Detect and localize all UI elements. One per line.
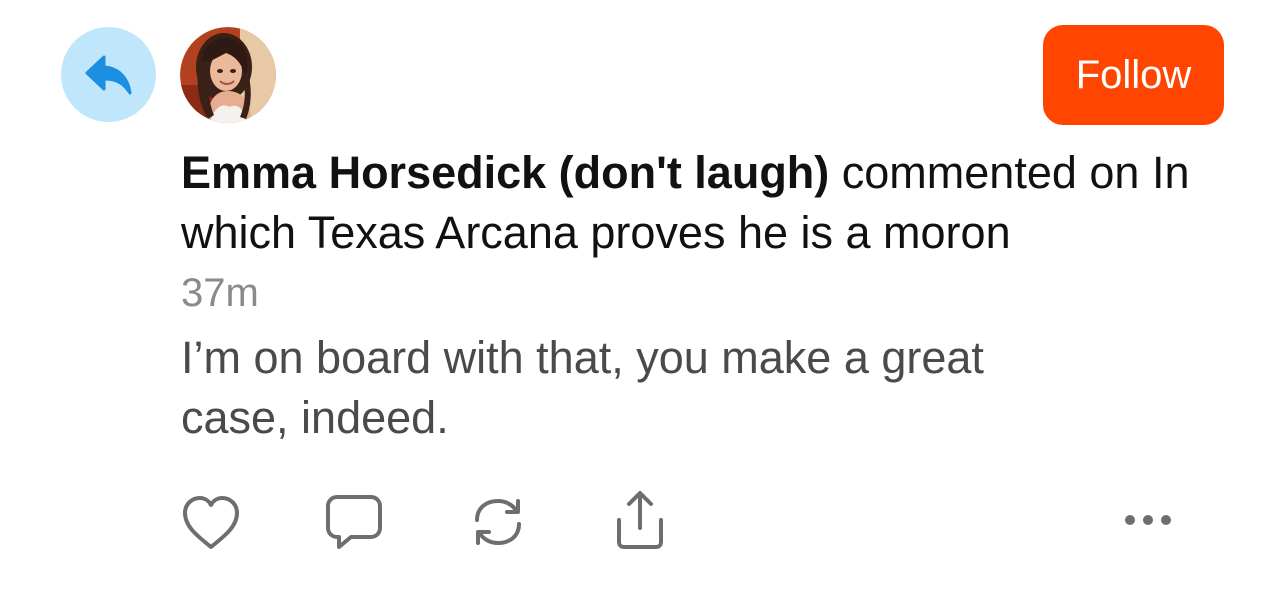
timestamp: 37m xyxy=(181,271,259,315)
share-upload-icon xyxy=(617,491,663,549)
repost-button[interactable] xyxy=(467,492,529,552)
more-options-button[interactable] xyxy=(1118,505,1178,535)
speech-bubble-icon xyxy=(326,495,382,549)
comment-body: I’m on board with that, you make a great… xyxy=(181,332,984,443)
comment-button[interactable] xyxy=(323,492,385,552)
avatar[interactable] xyxy=(180,27,276,123)
heart-icon xyxy=(183,496,239,549)
reply-arrow-icon xyxy=(85,55,131,94)
post-headline: Emma Horsedick (don't laugh) commented o… xyxy=(181,143,1241,263)
share-button[interactable] xyxy=(609,488,671,552)
refresh-arrows-icon xyxy=(475,498,521,546)
author-name[interactable]: Emma Horsedick (don't laugh) xyxy=(181,147,829,198)
ellipsis-icon xyxy=(1125,515,1171,525)
user-avatar xyxy=(180,27,276,123)
reply-activity-badge xyxy=(61,27,156,122)
like-button[interactable] xyxy=(180,494,242,552)
follow-button[interactable]: Follow xyxy=(1043,25,1224,125)
